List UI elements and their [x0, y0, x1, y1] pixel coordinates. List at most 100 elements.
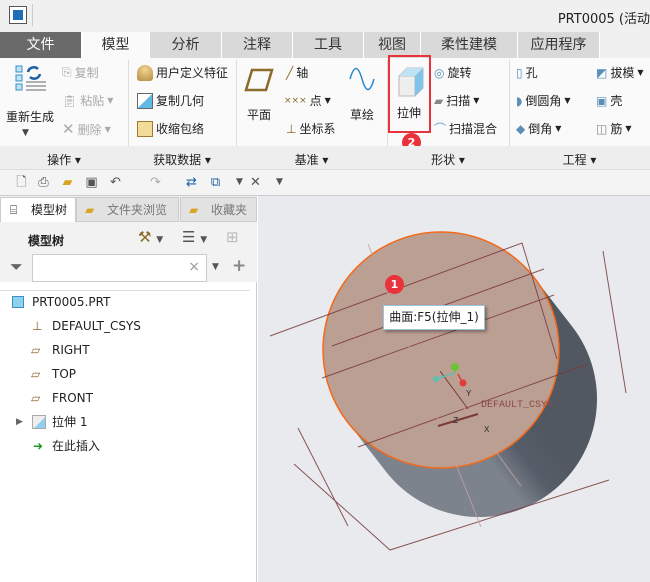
- extrude-button[interactable]: 拉伸: [388, 55, 431, 133]
- datum-plane-icon: ▱: [31, 367, 41, 381]
- tab-file[interactable]: 文件: [0, 32, 82, 58]
- shrinkwrap-label: 收缩包络: [156, 122, 205, 136]
- paste-label: 粘贴: [80, 94, 105, 108]
- add-icon[interactable]: +: [232, 256, 246, 276]
- udf-icon: [137, 64, 153, 81]
- axis-y-label: Y: [466, 389, 472, 399]
- model-tree-title: 模型树: [28, 234, 65, 248]
- sweep-icon: ▰: [434, 93, 444, 108]
- swept-blend-icon: ⌒: [434, 122, 447, 136]
- delete-label: 删除: [77, 122, 102, 137]
- delete-icon: ✕: [62, 120, 75, 138]
- chamfer-icon: ◆: [516, 121, 526, 136]
- regenerate-button[interactable]: 重新生成: [6, 108, 54, 125]
- point-button[interactable]: ××× 点 ▼: [284, 92, 331, 109]
- hole-icon: ▯: [516, 65, 523, 80]
- chevron-down-icon[interactable]: ▼: [232, 175, 247, 190]
- sweep-button[interactable]: ▰ 扫描 ▼: [434, 92, 479, 109]
- step-badge-1: 1: [385, 275, 404, 294]
- graphics-viewport[interactable]: DEFAULT_CSYS Y Z X: [258, 196, 650, 582]
- selection-tooltip: 曲面:F5(拉伸_1): [383, 305, 485, 330]
- tab-folder-browser[interactable]: ▰文件夹浏览器: [76, 197, 179, 222]
- new-icon[interactable]: 🗋︎: [14, 175, 29, 190]
- clear-icon[interactable]: ×: [188, 259, 200, 275]
- tree-icon: ⌸: [10, 203, 18, 217]
- shrinkwrap-button[interactable]: 收缩包络: [137, 120, 204, 137]
- sweep-label: 扫描: [446, 94, 471, 108]
- tab-model[interactable]: 模型: [82, 32, 150, 58]
- csys-button[interactable]: ⊥ 坐标系: [286, 120, 335, 137]
- undo-icon[interactable]: ↶: [108, 175, 123, 190]
- hole-label: 孔: [525, 66, 538, 80]
- axis-icon: ╱: [286, 65, 294, 80]
- settings-tools-icon[interactable]: ⚒ ▼: [138, 228, 163, 246]
- search-options-chevron-icon[interactable]: ▼: [212, 262, 219, 272]
- ribbon-group-labels: 操作 ▾ 获取数据 ▾ 基准 ▾ 形状 ▾ 工程 ▾: [0, 146, 650, 170]
- copy-label: 复制: [74, 66, 99, 80]
- revolve-icon: ◎: [434, 65, 445, 80]
- round-button[interactable]: ◗ 倒圆角 ▼: [516, 92, 571, 109]
- regenerate-icon: [14, 64, 46, 94]
- copy-icon: ⎘: [62, 65, 72, 79]
- rib-button[interactable]: ◫ 筋 ▼: [596, 120, 632, 137]
- tab-tools[interactable]: 工具: [293, 32, 364, 58]
- show-list-icon[interactable]: ☰ ▼: [182, 228, 207, 246]
- copy-button[interactable]: ⎘ 复制: [62, 64, 99, 81]
- open-icon[interactable]: ▰: [60, 175, 75, 190]
- search-input[interactable]: ×: [32, 254, 207, 282]
- close-window-icon[interactable]: ✕: [248, 175, 263, 190]
- chamfer-label: 倒角: [528, 122, 553, 136]
- round-label: 倒圆角: [525, 94, 562, 108]
- quick-access-toolbar: 🗋︎ ⎙ ▰ ▣ ↶ ↷ ⇄ ⧉ ▼ ✕ ▼: [0, 170, 650, 196]
- paste-button[interactable]: 📋︎ 粘贴 ▼: [62, 92, 113, 109]
- rib-icon: ◫: [596, 121, 608, 136]
- plane-button[interactable]: 平面: [247, 106, 271, 123]
- selected-top-surface: [322, 231, 560, 469]
- sketch-icon: [348, 66, 376, 95]
- swept-blend-button[interactable]: ⌒ 扫描混合: [434, 120, 497, 137]
- tab-favorites[interactable]: ▰ 收藏夹: [180, 197, 257, 222]
- copy-geometry-button[interactable]: 复制几何: [137, 92, 204, 109]
- group-engineering[interactable]: 工程 ▾: [509, 151, 650, 168]
- group-get-data[interactable]: 获取数据 ▾: [128, 151, 236, 168]
- sketch-button[interactable]: 草绘: [350, 106, 374, 123]
- hole-button[interactable]: ▯ 孔: [516, 64, 538, 81]
- shell-icon: ▣: [596, 93, 608, 108]
- axis-label: 轴: [296, 66, 309, 80]
- udf-label: 用户定义特征: [156, 66, 229, 80]
- group-shapes[interactable]: 形状 ▾: [387, 151, 509, 168]
- customize-toolbar-icon[interactable]: ▼: [272, 175, 287, 190]
- panel-tabs: ⌸模型树 ▰文件夹浏览器 ▰收藏夹: [0, 196, 257, 222]
- shell-label: 壳: [610, 94, 623, 108]
- tab-flexible-modeling[interactable]: 柔性建模: [421, 32, 518, 58]
- regenerate-small-icon[interactable]: ⇄: [184, 175, 199, 190]
- point-icon: ×××: [284, 95, 307, 106]
- part-icon: [12, 296, 24, 308]
- tab-model-tree[interactable]: ⌸ 模型树: [0, 197, 76, 222]
- udf-button[interactable]: 用户定义特征: [137, 64, 228, 81]
- save-icon[interactable]: ▣: [84, 175, 99, 190]
- column-visibility-icon[interactable]: ⊞: [226, 228, 239, 246]
- chamfer-button[interactable]: ◆ 倒角 ▼: [516, 120, 561, 137]
- copy-geometry-label: 复制几何: [156, 94, 205, 108]
- expand-arrow-icon[interactable]: ▶: [16, 411, 23, 433]
- chevron-down-icon[interactable]: ▼: [22, 128, 29, 138]
- tab-annotate[interactable]: 注释: [222, 32, 293, 58]
- title-bar: PRT0005 (活动: [0, 0, 650, 32]
- draft-button[interactable]: ◩ 拔模 ▼: [596, 64, 644, 81]
- insert-here-icon: ➜: [33, 439, 44, 453]
- redo-icon[interactable]: ↷: [148, 175, 163, 190]
- delete-button[interactable]: ✕ 删除 ▼: [62, 120, 111, 138]
- revolve-button[interactable]: ◎ 旋转: [434, 64, 472, 81]
- print-icon[interactable]: ⎙: [36, 175, 51, 190]
- filter-icon[interactable]: ⏷: [10, 257, 23, 277]
- tab-analysis[interactable]: 分析: [150, 32, 222, 58]
- tab-applications[interactable]: 应用程序: [518, 32, 600, 58]
- group-datum[interactable]: 基准 ▾: [236, 151, 387, 168]
- revolve-label: 旋转: [447, 66, 472, 80]
- group-operations[interactable]: 操作 ▾: [0, 151, 128, 168]
- shell-button[interactable]: ▣ 壳: [596, 92, 622, 109]
- windows-icon[interactable]: ⧉: [208, 175, 223, 190]
- axis-button[interactable]: ╱ 轴: [286, 64, 308, 81]
- app-icon[interactable]: [9, 6, 27, 24]
